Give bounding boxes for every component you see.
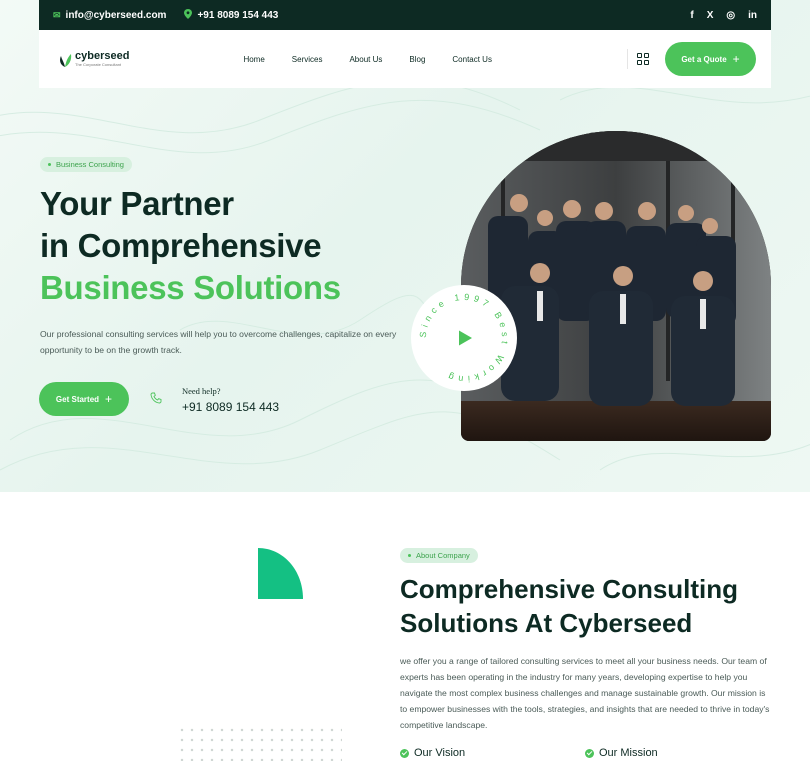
about-description: we offer you a range of tailored consult… — [400, 656, 770, 730]
nav-item-contact-us[interactable]: Contact Us — [452, 55, 492, 64]
hero-description: Our professional consulting services wil… — [40, 329, 397, 355]
hero-badge: Business Consulting — [40, 157, 132, 172]
plus-icon: + — [732, 52, 740, 66]
logo-name: cyberseed — [75, 50, 130, 62]
about-title: Comprehensive Consulting Solutions At Cy… — [400, 572, 738, 640]
grid-menu-icon[interactable] — [637, 53, 649, 65]
location-pin-icon — [184, 9, 193, 21]
logo-leaf-icon — [58, 52, 72, 67]
about-title-line-1: Comprehensive Consulting — [400, 574, 739, 604]
phone-contact[interactable]: +91 8089 154 443 — [184, 9, 278, 21]
nav-divider — [627, 49, 628, 69]
nav-menu: Home Services About Us Blog Contact Us — [243, 55, 492, 64]
decorative-quarter-circle-shape — [258, 548, 303, 599]
facebook-icon[interactable]: f — [690, 10, 693, 21]
badge-dot-icon — [408, 554, 411, 557]
hero-title-line-3: Business Solutions — [40, 269, 341, 306]
feature-our-mission: Our Mission — [585, 747, 658, 759]
check-circle-icon — [585, 748, 594, 758]
get-a-quote-button[interactable]: Get a Quote + — [665, 42, 756, 76]
feature-vision-label: Our Vision — [414, 747, 466, 759]
about-badge: About Company — [400, 548, 478, 563]
about-badge-label: About Company — [416, 551, 470, 560]
get-a-quote-label: Get a Quote — [681, 54, 727, 64]
get-started-label: Get Started — [55, 394, 100, 404]
feature-mission-label: Our Mission — [599, 747, 658, 759]
feature-our-vision: Our Vision — [400, 747, 465, 759]
help-phone-number[interactable]: +91 8089 154 443 — [182, 400, 279, 414]
site-logo[interactable]: cyberseed The Corporate Consultant — [58, 51, 129, 67]
play-icon[interactable] — [456, 329, 474, 347]
hero-title-line-1: Your Partner — [40, 185, 234, 222]
check-circle-icon — [400, 748, 409, 758]
hero-title-line-2: in Comprehensive — [40, 227, 322, 264]
top-bar: ✉ info@cyberseed.com +91 8089 154 443 f … — [39, 0, 771, 30]
instagram-icon[interactable]: ◎ — [726, 10, 735, 21]
since-1997-badge: Since 1997 Best Working — [411, 285, 517, 391]
logo-tagline: The Corporate Consultant — [75, 62, 122, 67]
nav-item-blog[interactable]: Blog — [409, 55, 425, 64]
phone-text: +91 8089 154 443 — [197, 9, 279, 21]
linkedin-icon[interactable]: in — [748, 10, 757, 21]
hero-badge-label: Business Consulting — [56, 160, 124, 169]
hero-title: Your Partner in Comprehensive Business S… — [40, 183, 341, 309]
envelope-icon: ✉ — [53, 9, 61, 20]
need-help-label: Need help? — [182, 386, 221, 396]
decorative-dot-grid — [177, 725, 342, 761]
email-text: info@cyberseed.com — [65, 9, 167, 21]
main-navbar: cyberseed The Corporate Consultant Home … — [39, 30, 771, 88]
about-title-line-2: Solutions At Cyberseed — [400, 608, 693, 638]
nav-item-home[interactable]: Home — [243, 55, 264, 64]
plus-icon: + — [105, 392, 113, 406]
get-started-button[interactable]: Get Started + — [39, 382, 129, 416]
badge-dot-icon — [48, 163, 51, 166]
social-links: f X ◎ in — [690, 10, 757, 21]
nav-item-about-us[interactable]: About Us — [349, 55, 382, 64]
x-twitter-icon[interactable]: X — [707, 10, 714, 21]
nav-item-services[interactable]: Services — [292, 55, 323, 64]
phone-icon — [150, 392, 162, 407]
email-contact[interactable]: ✉ info@cyberseed.com — [53, 10, 166, 21]
